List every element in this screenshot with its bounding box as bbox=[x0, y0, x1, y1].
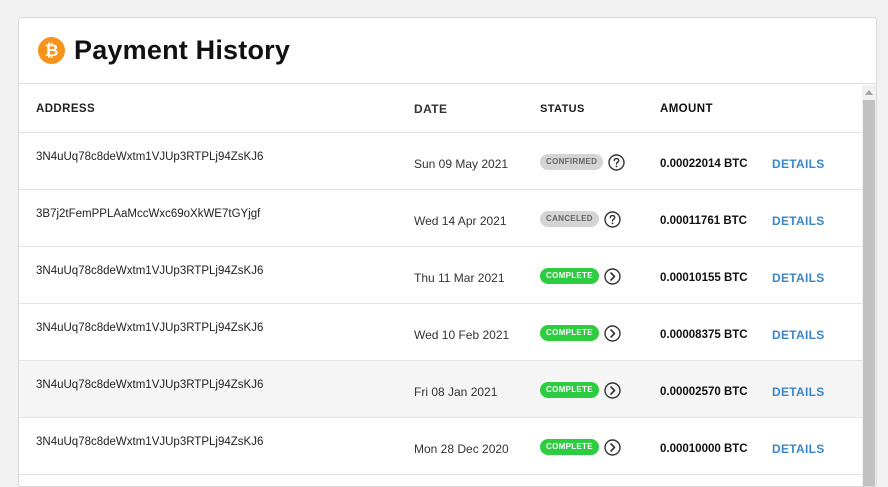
address-cell: 3N4uUq78c8deWxtm1VJUp3RTPLj94ZsKJ6 bbox=[36, 151, 264, 163]
status-cell: COMPLETE bbox=[540, 380, 660, 399]
table-row[interactable]: 3N4uUq78c8deWxtm1VJUp3RTPLj94ZsKJ6 Wed 10… bbox=[19, 304, 864, 361]
amount-cell: 0.00008375 BTC bbox=[660, 329, 748, 341]
question-icon[interactable] bbox=[604, 210, 621, 228]
table-scroll-area: ADDRESS DATE STATUS AMOUNT 3N4uUq78c8deW… bbox=[19, 85, 876, 486]
details-link[interactable]: DETAILS bbox=[772, 322, 852, 342]
address-cell: 3B7j2tFemPPLAaMccWxc69oXkWE7tGYjgf bbox=[36, 208, 261, 220]
status-badge: COMPLETE bbox=[540, 382, 599, 398]
status-cell: COMPLETE bbox=[540, 323, 660, 342]
vertical-scrollbar[interactable] bbox=[862, 85, 876, 486]
chevron-right-icon[interactable] bbox=[604, 381, 621, 399]
status-badge: COMPLETE bbox=[540, 325, 599, 341]
details-link[interactable]: DETAILS bbox=[772, 208, 852, 228]
status-cell: CONFIRMED bbox=[540, 152, 660, 171]
table-header: ADDRESS DATE STATUS AMOUNT bbox=[19, 85, 864, 133]
column-header-date: DATE bbox=[414, 101, 448, 116]
details-link[interactable]: DETAILS bbox=[772, 379, 852, 399]
details-link[interactable]: DETAILS bbox=[772, 151, 852, 171]
date-cell: Wed 10 Feb 2021 bbox=[414, 328, 510, 342]
amount-cell: 0.00010155 BTC bbox=[660, 272, 748, 284]
chevron-right-icon[interactable] bbox=[604, 324, 621, 342]
table-row[interactable]: 3N4uUq78c8deWxtm1VJUp3RTPLj94ZsKJ6 Sun 09… bbox=[19, 133, 864, 190]
status-cell: COMPLETE bbox=[540, 437, 660, 456]
page-title: Payment History bbox=[74, 35, 291, 65]
date-cell: Thu 11 Mar 2021 bbox=[414, 271, 505, 285]
table-row[interactable]: 3N4uUq78c8deWxtm1VJUp3RTPLj94ZsKJ6 Fri 08… bbox=[19, 361, 864, 418]
table-row[interactable]: 3B7j2tFemPPLAaMccWxc69oXkWE7tGYjgf Wed 14… bbox=[19, 190, 864, 247]
details-link[interactable]: DETAILS bbox=[772, 265, 852, 285]
status-badge: CANCELED bbox=[540, 211, 599, 227]
column-header-amount: AMOUNT bbox=[660, 102, 713, 115]
payment-history-card: ₿ Payment History ADDRESS DATE STATUS AM… bbox=[18, 17, 877, 487]
amount-cell: 0.00011761 BTC bbox=[660, 215, 747, 227]
status-cell: CANCELED bbox=[540, 209, 660, 228]
date-cell: Fri 08 Jan 2021 bbox=[414, 385, 498, 399]
chevron-right-icon[interactable] bbox=[604, 438, 621, 456]
payments-table: ADDRESS DATE STATUS AMOUNT 3N4uUq78c8deW… bbox=[19, 85, 864, 475]
address-cell: 3N4uUq78c8deWxtm1VJUp3RTPLj94ZsKJ6 bbox=[36, 436, 264, 448]
card-header: ₿ Payment History bbox=[19, 18, 876, 84]
date-cell: Sun 09 May 2021 bbox=[414, 157, 509, 171]
amount-cell: 0.00002570 BTC bbox=[660, 386, 748, 398]
address-cell: 3N4uUq78c8deWxtm1VJUp3RTPLj94ZsKJ6 bbox=[36, 379, 264, 391]
date-cell: Mon 28 Dec 2020 bbox=[414, 442, 509, 456]
status-cell: COMPLETE bbox=[540, 266, 660, 285]
scrollbar-thumb[interactable] bbox=[863, 100, 875, 486]
table-body: 3N4uUq78c8deWxtm1VJUp3RTPLj94ZsKJ6 Sun 09… bbox=[19, 133, 864, 475]
details-link[interactable]: DETAILS bbox=[772, 436, 852, 456]
status-badge: COMPLETE bbox=[540, 439, 599, 455]
column-header-status: STATUS bbox=[540, 102, 585, 115]
scroll-up-arrow-icon[interactable] bbox=[862, 85, 876, 99]
table-row[interactable]: 3N4uUq78c8deWxtm1VJUp3RTPLj94ZsKJ6 Thu 11… bbox=[19, 247, 864, 304]
status-badge: COMPLETE bbox=[540, 268, 599, 284]
status-badge: CONFIRMED bbox=[540, 154, 604, 170]
question-icon[interactable] bbox=[608, 153, 625, 171]
address-cell: 3N4uUq78c8deWxtm1VJUp3RTPLj94ZsKJ6 bbox=[36, 265, 264, 277]
amount-cell: 0.00022014 BTC bbox=[660, 158, 748, 170]
table-row[interactable]: 3N4uUq78c8deWxtm1VJUp3RTPLj94ZsKJ6 Mon 28… bbox=[19, 418, 864, 475]
date-cell: Wed 14 Apr 2021 bbox=[414, 214, 507, 228]
amount-cell: 0.00010000 BTC bbox=[660, 443, 748, 455]
bitcoin-icon: ₿ bbox=[38, 37, 65, 64]
chevron-right-icon[interactable] bbox=[604, 267, 621, 285]
column-header-address: ADDRESS bbox=[36, 102, 96, 115]
address-cell: 3N4uUq78c8deWxtm1VJUp3RTPLj94ZsKJ6 bbox=[36, 322, 264, 334]
